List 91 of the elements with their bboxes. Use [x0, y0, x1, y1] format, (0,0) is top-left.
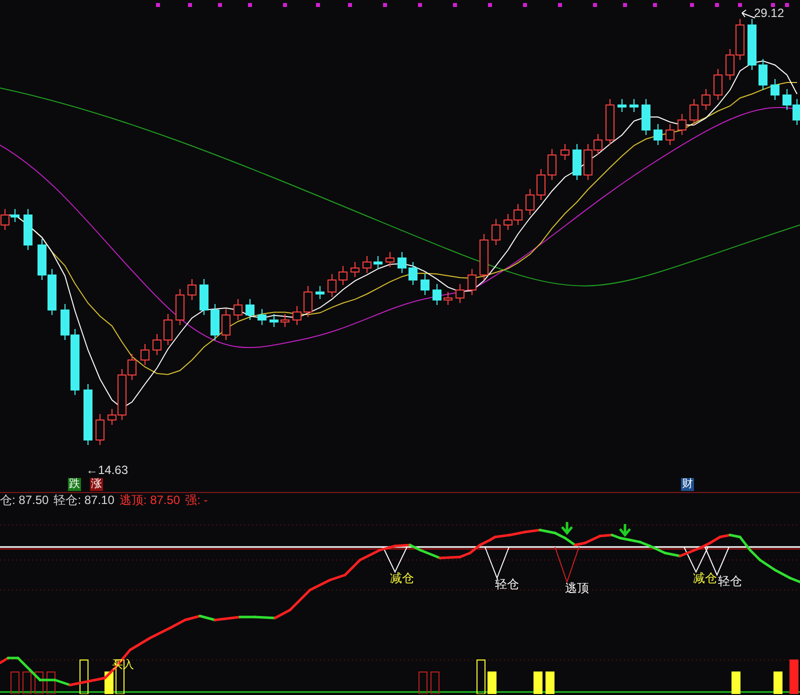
candlestick — [536, 168, 546, 200]
price-label: 29.12 — [754, 6, 784, 20]
signal-marker-drawing — [554, 546, 580, 584]
volume-bar — [10, 672, 20, 694]
candlestick — [316, 286, 324, 300]
volume-bar — [46, 672, 56, 694]
candlestick — [514, 204, 522, 226]
candlestick — [630, 98, 638, 112]
candlestick — [328, 274, 336, 298]
candlestick — [606, 98, 614, 146]
candlestick — [164, 314, 172, 346]
candlestick — [386, 252, 394, 268]
candlestick — [222, 308, 230, 340]
candlestick — [480, 234, 488, 280]
candlestick — [338, 266, 348, 286]
candlestick — [432, 284, 442, 306]
candlestick — [200, 278, 208, 316]
candlestick — [492, 218, 500, 246]
candlestick — [748, 18, 756, 70]
legend-label: 强: - — [185, 493, 208, 507]
candlestick — [642, 98, 650, 136]
price-label: ←14.63 — [86, 463, 128, 477]
candlestick — [374, 256, 382, 270]
candlestick — [24, 208, 32, 250]
candlestick — [678, 114, 686, 136]
candlestick — [504, 214, 512, 230]
candlestick — [560, 144, 570, 160]
down-arrow-icon — [618, 522, 632, 537]
candlestick — [350, 262, 360, 278]
candlestick — [48, 268, 56, 316]
signal-label: 轻仓 — [718, 574, 742, 588]
down-arrow-icon — [560, 520, 574, 535]
candlestick — [280, 314, 290, 328]
legend-label: 轻仓: 87.10 — [54, 493, 114, 507]
candlestick — [398, 252, 406, 274]
candlestick — [548, 148, 556, 180]
candlestick — [456, 284, 464, 304]
candlestick — [736, 18, 744, 60]
candlestick — [210, 304, 220, 340]
volume-bar — [546, 672, 554, 694]
candlestick — [782, 88, 792, 110]
legend-label: 逃顶: 87.50 — [119, 493, 180, 507]
candlestick — [140, 344, 150, 366]
signal-label: 逃顶 — [565, 581, 589, 595]
candlestick — [408, 262, 418, 286]
candlestick — [690, 98, 698, 126]
event-marker: 涨 — [90, 478, 103, 491]
volume-bar — [732, 672, 740, 694]
candlestick — [362, 256, 372, 274]
candlestick — [444, 292, 452, 306]
candlestick — [292, 306, 302, 326]
candlestick — [468, 268, 476, 296]
candlestick — [176, 288, 184, 326]
candlestick — [38, 238, 46, 280]
volume-bar — [476, 660, 486, 694]
volume-bar — [418, 672, 428, 694]
volume-bar — [774, 672, 782, 694]
candlestick — [234, 298, 242, 320]
candlestick — [618, 98, 626, 112]
candlestick — [152, 334, 162, 356]
candlestick — [270, 314, 278, 328]
signal-label: 轻仓 — [495, 577, 519, 591]
candlestick — [726, 48, 734, 80]
signal-label: 减仓 — [693, 571, 717, 585]
volume-bar — [80, 660, 88, 694]
candlestick — [666, 124, 674, 146]
volume-bar — [22, 672, 32, 694]
candlestick — [702, 88, 710, 110]
arrow-icon — [742, 10, 756, 18]
candlestick — [246, 298, 254, 320]
candlestick — [84, 384, 92, 446]
candlestick — [304, 286, 312, 318]
candlestick — [188, 278, 196, 300]
candlestick — [572, 144, 582, 180]
volume-bar — [430, 672, 440, 694]
candlestick — [258, 308, 266, 326]
signal-label: 减仓 — [390, 571, 414, 585]
event-marker: 跌 — [68, 478, 81, 491]
volume-bar — [488, 672, 496, 694]
candlestick — [420, 274, 430, 296]
volume-bar — [790, 660, 798, 694]
candlestick — [770, 78, 780, 100]
volume-bar — [34, 672, 44, 694]
candlestick — [758, 58, 768, 90]
event-marker: 财 — [681, 478, 694, 491]
candlestick — [654, 124, 662, 146]
legend-label: 仓: 87.50 — [0, 493, 49, 507]
volume-bar — [534, 672, 542, 694]
candlestick — [96, 414, 104, 446]
candlestick — [714, 68, 722, 100]
candlestick — [526, 188, 534, 216]
